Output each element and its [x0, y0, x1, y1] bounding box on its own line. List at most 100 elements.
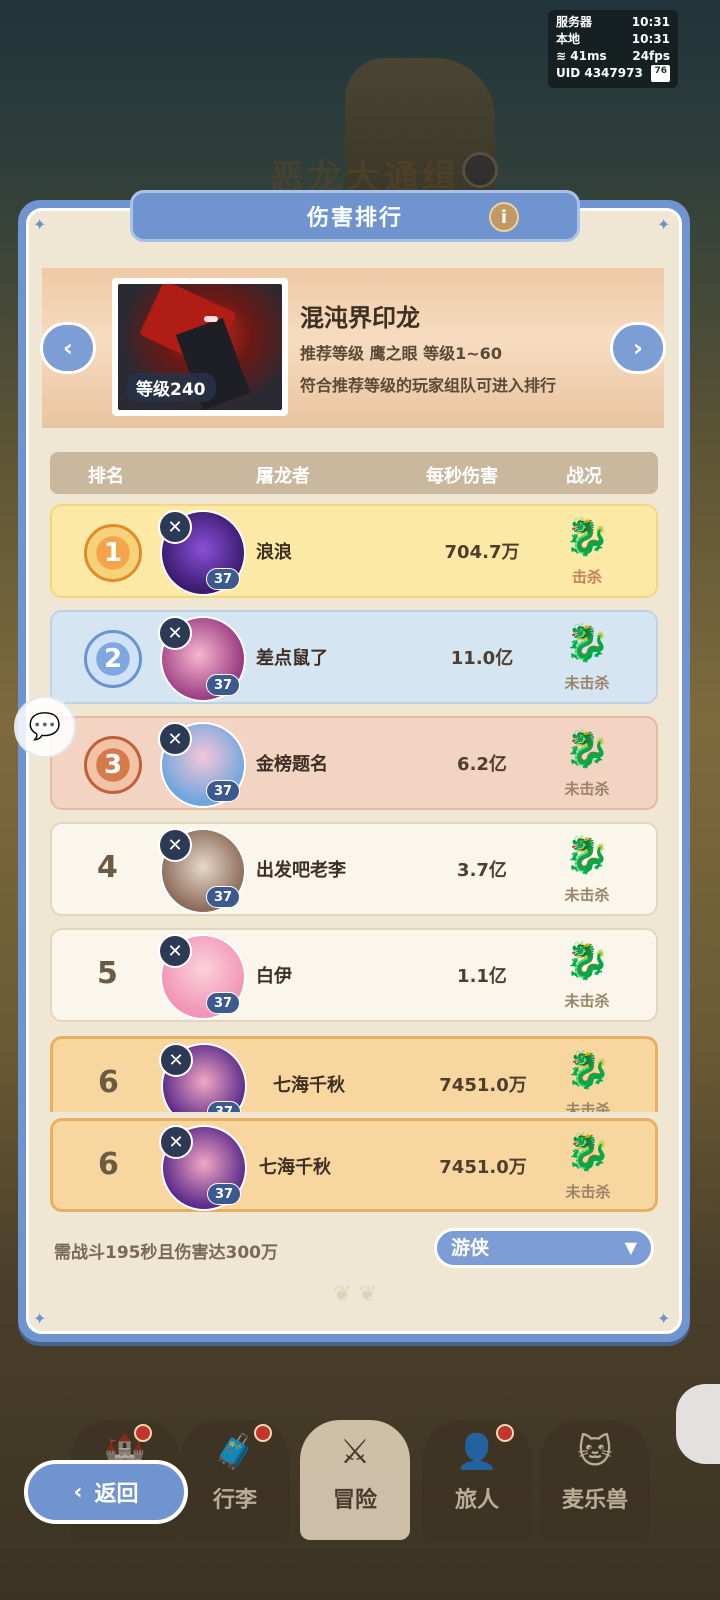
rank-number: 5	[97, 956, 118, 991]
local-time: 10:31	[631, 32, 670, 46]
prev-boss-button[interactable]: ‹	[40, 322, 96, 374]
back-button[interactable]: ‹ 返回	[24, 1460, 188, 1524]
header-rank: 排名	[88, 466, 124, 487]
player-dps: 11.0亿	[450, 648, 514, 669]
corner-decoration: ✦	[657, 215, 671, 234]
player-dps: 7451.0万	[439, 1075, 527, 1096]
server-time: 10:31	[631, 15, 670, 29]
corner-decoration: ✦	[33, 1309, 47, 1328]
avatar-level: 37	[206, 780, 240, 802]
sword-class-icon: ✕	[158, 934, 192, 968]
pet-icon: 🐱	[577, 1432, 613, 1472]
class-filter-value: 游侠	[451, 1237, 490, 1259]
player-name: 七海千秋	[273, 1075, 345, 1096]
dragon-icon: 🐉	[564, 941, 610, 982]
nav-label: 麦乐兽	[561, 1488, 628, 1513]
boss-recommend: 推荐等级 鹰之眼 等级1~60	[300, 344, 502, 363]
dragon-icon: 🐉	[564, 729, 610, 770]
chevron-left-icon: ‹	[63, 334, 73, 362]
nav-label: 冒险	[332, 1488, 377, 1513]
player-name: 金榜题名	[256, 754, 328, 775]
status-overlay: 服务器 10:31 本地 10:31 ≋ 41ms 24fps UID 4347973…	[548, 10, 678, 88]
rank-number: 6	[98, 1147, 119, 1182]
dragon-portrait-image: 等级240	[118, 284, 282, 410]
player-dps: 6.2亿	[457, 754, 507, 775]
nav-luggage[interactable]: 🧳 行李	[180, 1420, 290, 1540]
traveler-icon: 👤	[455, 1432, 499, 1472]
ranking-row[interactable]: 1 ✕ 37 浪浪 704.7万 🐉 击杀	[50, 504, 658, 598]
sword-class-icon: ✕	[158, 616, 192, 650]
wifi-icon: ≋	[556, 49, 567, 63]
player-name: 白伊	[256, 966, 292, 987]
ranking-row[interactable]: 6 ✕ 37 七海千秋 7451.0万 🐉 未击杀	[50, 1036, 658, 1112]
sword-class-icon: ✕	[159, 1043, 193, 1077]
dragon-icon: 🐉	[565, 1132, 611, 1173]
battle-status: 击杀	[571, 568, 602, 586]
player-dps: 1.1亿	[457, 966, 507, 987]
battle-status: 未击杀	[565, 1183, 611, 1201]
corner-decoration: ✦	[33, 215, 47, 234]
dragon-killed-icon: 🐉	[564, 517, 610, 558]
luggage-icon: 🧳	[213, 1432, 257, 1472]
fps-value: 24fps	[632, 49, 670, 63]
nav-travelers[interactable]: 👤 旅人	[422, 1420, 532, 1540]
dragon-icon: 🐉	[564, 623, 610, 664]
nav-label: 旅人	[454, 1488, 499, 1513]
caret-down-icon: ▼	[624, 1238, 637, 1257]
ranking-list-scroll-area[interactable]: 6 ✕ 37 七海千秋 7451.0万 🐉 未击杀	[0, 1000, 720, 1112]
player-name: 差点鼠了	[256, 648, 328, 669]
ranking-requirement: 需战斗195秒且伤害达300万	[54, 1243, 278, 1263]
battle-status: 未击杀	[564, 674, 610, 692]
chat-button[interactable]: 💬	[14, 696, 76, 758]
panel-header: 伤害排行 i	[130, 190, 580, 242]
boss-note: 符合推荐等级的玩家组队可进入排行	[300, 376, 557, 395]
gold-medal-icon: 1	[84, 524, 142, 582]
ranking-row[interactable]: 4 ✕ 37 出发吧老李 3.7亿 🐉 未击杀	[50, 822, 658, 916]
battle-status: 未击杀	[565, 1101, 611, 1112]
back-label: 返回	[94, 1482, 139, 1507]
sword-class-icon: ✕	[158, 722, 192, 756]
ranking-table-header: 排名 屠龙者 每秒伤害 战况	[50, 452, 658, 494]
ranking-row[interactable]: 3 ✕ 37 金榜题名 6.2亿 🐉 未击杀	[50, 716, 658, 810]
self-ranking-row[interactable]: 6 ✕ 37 七海千秋 7451.0万 🐉 未击杀	[50, 1118, 658, 1212]
chevron-right-icon: ›	[633, 334, 643, 362]
player-dps: 704.7万	[444, 542, 520, 563]
avatar-level: 37	[206, 568, 240, 590]
boss-portrait: 等级240	[112, 278, 288, 416]
info-icon[interactable]: i	[489, 202, 519, 232]
next-boss-button[interactable]: ›	[610, 322, 666, 374]
crossed-swords-icon: ⚔	[339, 1432, 371, 1472]
notification-dot	[496, 1424, 514, 1442]
corner-decoration: ✦	[657, 1309, 671, 1328]
sword-class-icon: ✕	[158, 828, 192, 862]
dragon-icon: 🐉	[565, 1050, 611, 1091]
sword-class-icon: ✕	[158, 510, 192, 544]
header-slayer: 屠龙者	[256, 466, 310, 487]
server-label: 服务器	[556, 15, 593, 29]
player-dps: 7451.0万	[439, 1157, 527, 1178]
ranking-row[interactable]: 2 ✕ 37 差点鼠了 11.0亿 🐉 未击杀	[50, 610, 658, 704]
nav-label: 行李	[212, 1488, 257, 1513]
local-label: 本地	[556, 32, 581, 46]
battle-status: 未击杀	[564, 780, 610, 798]
side-character-button[interactable]	[676, 1384, 720, 1464]
panel-title: 伤害排行	[306, 206, 403, 231]
sword-class-icon: ✕	[159, 1125, 193, 1159]
notification-dot	[134, 1424, 152, 1442]
bronze-medal-icon: 3	[84, 736, 142, 794]
rank-number: 4	[97, 850, 118, 885]
back-arrow-icon: ‹	[73, 1479, 83, 1505]
background-info-icon	[462, 152, 498, 188]
boss-level-badge: 等级240	[126, 373, 216, 402]
header-status: 战况	[566, 466, 602, 487]
ping-value: ≋ 41ms	[556, 49, 607, 63]
nav-adventure[interactable]: ⚔ 冒险	[300, 1420, 410, 1540]
player-name: 七海千秋	[259, 1157, 331, 1178]
nav-pets[interactable]: 🐱 麦乐兽	[540, 1420, 650, 1540]
class-filter-dropdown[interactable]: 游侠 ▼	[434, 1228, 654, 1268]
panel-bottom-ornament: ❦ ❦	[333, 1282, 377, 1307]
player-name: 出发吧老李	[256, 860, 346, 881]
rank-number: 6	[98, 1065, 119, 1100]
chat-bubble-icon: 💬	[28, 712, 62, 742]
avatar-level: 37	[206, 674, 240, 696]
